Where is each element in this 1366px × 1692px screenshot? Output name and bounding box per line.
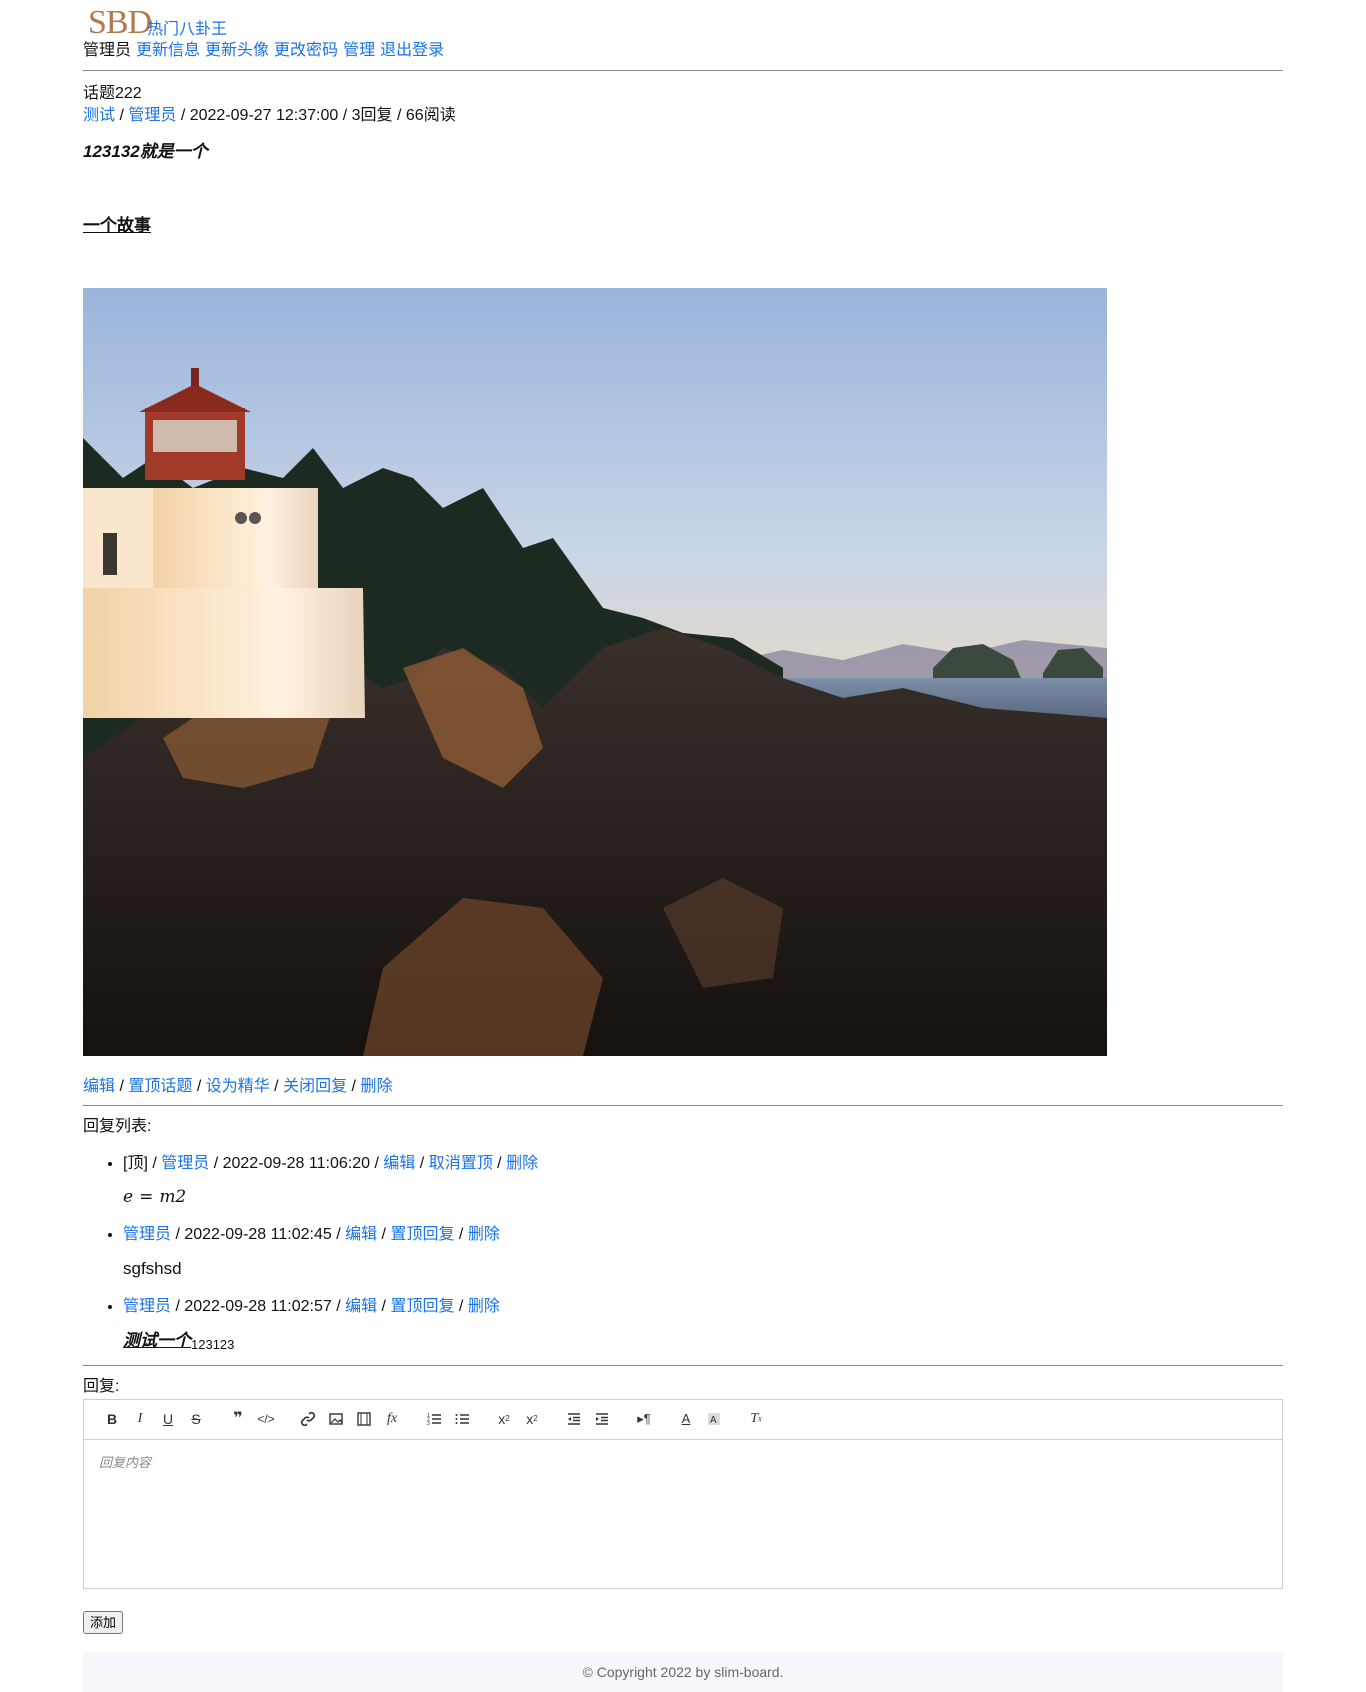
topic-close-replies-link[interactable]: 关闭回复 — [283, 1078, 347, 1095]
formula-right: m2 — [159, 1187, 187, 1208]
user-nav: 管理员 更新信息 更新头像 更改密码 管理 退出登录 — [83, 40, 1283, 62]
reply-datetime: 2022-09-28 11:02:57 — [184, 1297, 332, 1315]
italic-icon[interactable]: I — [126, 1407, 154, 1431]
topic-edit-link[interactable]: 编辑 — [83, 1078, 115, 1095]
outdent-icon[interactable] — [560, 1407, 588, 1431]
blockquote-icon[interactable]: ❞ — [224, 1407, 252, 1431]
reply-delete-link[interactable]: 删除 — [468, 1226, 500, 1243]
reply-delete-link[interactable]: 删除 — [468, 1298, 500, 1315]
link-icon[interactable] — [294, 1407, 322, 1431]
topic-reply-count: 3回复 — [351, 107, 393, 125]
reply-item: [顶] / 管理员 / 2022-09-28 11:06:20 / 编辑 / 取… — [123, 1153, 1283, 1210]
topic-datetime: 2022-09-27 12:37:00 — [189, 107, 339, 125]
topic-feature-link[interactable]: 设为精华 — [206, 1078, 270, 1095]
reply-pin-link[interactable]: 置顶回复 — [390, 1226, 454, 1243]
content-paragraph-2: 一个故事 — [83, 215, 151, 235]
reply-datetime: 2022-09-28 11:02:45 — [184, 1226, 332, 1244]
formula-icon[interactable]: fx — [378, 1407, 406, 1431]
topic-actions: 编辑 / 置顶话题 / 设为精华 / 关闭回复 / 删除 — [83, 1077, 393, 1095]
reply-body-formula: e = m2 — [123, 1186, 1283, 1209]
site-title-link[interactable]: 热门八卦王 — [147, 19, 227, 41]
reply-edit-link[interactable]: 编辑 — [345, 1298, 377, 1315]
reply-author-link[interactable]: 管理员 — [161, 1155, 209, 1172]
replies-divider — [83, 1365, 1283, 1367]
nav-admin[interactable]: 管理 — [343, 42, 375, 59]
reply-author-link[interactable]: 管理员 — [123, 1226, 171, 1243]
reply-item: 管理员 / 2022-09-28 11:02:57 / 编辑 / 置顶回复 / … — [123, 1296, 1283, 1353]
topic-title: 话题222 — [83, 84, 142, 102]
header: SBD 热门八卦王 — [83, 0, 1283, 41]
reply-body: sgfshsd — [123, 1258, 182, 1278]
header-divider — [83, 69, 1283, 71]
topic-pin-link[interactable]: 置顶话题 — [128, 1078, 192, 1095]
video-icon[interactable] — [350, 1407, 378, 1431]
bold-icon[interactable]: B — [98, 1407, 126, 1431]
rich-text-editor: B I U S ❞ </> fx 123 x2 x2 ▸¶ A A T x 回复… — [83, 1398, 1283, 1589]
background-color-icon[interactable]: A — [700, 1407, 728, 1431]
topic-meta: 测试 / 管理员 / 2022-09-27 12:37:00 / 3回复 / 6… — [83, 107, 456, 125]
reply-item: 管理员 / 2022-09-28 11:02:45 / 编辑 / 置顶回复 / … — [123, 1224, 1283, 1281]
add-reply-button[interactable]: 添加 — [83, 1610, 124, 1635]
nav-change-password[interactable]: 更改密码 — [274, 42, 338, 59]
reply-body: 测试一个123123 — [123, 1330, 1283, 1354]
reply-form-label: 回复: — [83, 1378, 120, 1396]
nav-logout[interactable]: 退出登录 — [380, 42, 444, 59]
direction-icon[interactable]: ▸¶ — [630, 1407, 658, 1431]
content-paragraph-1: 123132就是一个 — [83, 141, 208, 161]
bullet-list-icon[interactable] — [448, 1407, 476, 1431]
site-logo[interactable]: SBD — [88, 0, 152, 46]
subscript-icon[interactable]: x2 — [490, 1407, 518, 1431]
footer-copyright: © Copyright 2022 by slim-board. — [582, 1664, 784, 1680]
nav-update-avatar[interactable]: 更新头像 — [205, 42, 269, 59]
topic-read-count: 66阅读 — [405, 107, 456, 125]
reply-delete-link[interactable]: 删除 — [506, 1155, 538, 1172]
reply-author-link[interactable]: 管理员 — [123, 1298, 171, 1315]
ordered-list-icon[interactable]: 123 — [420, 1407, 448, 1431]
editor-toolbar: B I U S ❞ </> fx 123 x2 x2 ▸¶ A A T x — [84, 1400, 1282, 1440]
text-color-icon[interactable]: A — [672, 1407, 700, 1431]
reply-edit-link[interactable]: 编辑 — [345, 1226, 377, 1243]
superscript-icon[interactable]: x2 — [518, 1407, 546, 1431]
reply-editor-input[interactable]: 回复内容 — [84, 1440, 1282, 1588]
underline-icon[interactable]: U — [154, 1407, 182, 1431]
reply-unpin-link[interactable]: 取消置顶 — [429, 1155, 493, 1172]
reply-pin-link[interactable]: 置顶回复 — [390, 1298, 454, 1315]
reply-datetime: 2022-09-28 11:06:20 — [222, 1154, 370, 1172]
indent-icon[interactable] — [588, 1407, 616, 1431]
formula-operator: = — [139, 1187, 154, 1208]
reply-body-emphasis: 测试一个 — [123, 1330, 191, 1350]
topic-image — [83, 287, 1107, 1056]
svg-text:3: 3 — [427, 1421, 430, 1427]
topic-delete-link[interactable]: 删除 — [360, 1078, 392, 1095]
reply-pinned-badge: [顶] — [123, 1154, 148, 1172]
reply-body-subscript: 123123 — [191, 1336, 235, 1352]
reply-editor-placeholder: 回复内容 — [99, 1454, 152, 1470]
footer: © Copyright 2022 by slim-board. — [83, 1652, 1283, 1692]
svg-text:A: A — [710, 1415, 717, 1426]
code-block-icon[interactable]: </> — [252, 1407, 280, 1431]
topic-author-link[interactable]: 管理员 — [128, 107, 176, 124]
strike-icon[interactable]: S — [182, 1407, 210, 1431]
reply-list: [顶] / 管理员 / 2022-09-28 11:06:20 / 编辑 / 取… — [83, 1153, 1283, 1353]
topic-content: 123132就是一个 一个故事 — [83, 141, 1283, 1056]
clear-format-icon[interactable]: Tx — [742, 1407, 770, 1431]
image-icon[interactable] — [322, 1407, 350, 1431]
reply-edit-link[interactable]: 编辑 — [383, 1155, 415, 1172]
formula-left: e — [123, 1187, 134, 1208]
topic-divider — [83, 1105, 1283, 1107]
page-wrapper: SBD 热门八卦王 管理员 更新信息 更新头像 更改密码 管理 退出登录 话题222 测试… — [83, 0, 1283, 1635]
reply-list-title: 回复列表: — [83, 1118, 152, 1136]
topic-category-link[interactable]: 测试 — [83, 107, 115, 124]
